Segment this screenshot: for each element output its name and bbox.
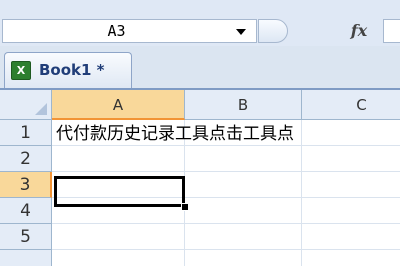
spreadsheet-grid[interactable]: A B C 1 2 3 4 5 代付款历史记录工具点击工具点 [0,90,400,266]
select-all-button[interactable] [0,90,52,120]
column-header-b[interactable]: B [185,90,302,120]
cell-c3[interactable] [302,172,400,198]
cell-b3[interactable] [185,172,302,198]
cell-c6[interactable] [302,250,400,266]
row-header-3[interactable]: 3 [0,172,52,198]
cell-a2[interactable] [52,146,185,172]
name-box[interactable]: A3 [2,19,257,43]
active-cell-border [54,176,185,207]
cell-b5[interactable] [185,224,302,250]
workbook-tab[interactable]: X Book1 * [4,52,132,88]
select-all-icon [35,103,47,115]
insert-function-button[interactable]: fx [340,19,378,43]
cell-c1[interactable] [302,120,400,146]
row-header-2[interactable]: 2 [0,146,52,172]
formula-bar: A3 fx [0,0,400,47]
cell-c2[interactable] [302,146,400,172]
formula-input[interactable] [383,19,400,43]
workbook-tab-title[interactable]: Book1 * [39,53,105,87]
column-header-c[interactable]: C [302,90,400,120]
row-header-4[interactable]: 4 [0,198,52,224]
cell-b4[interactable] [185,198,302,224]
name-box-splitter[interactable] [258,19,288,43]
cell-a1-value: 代付款历史记录工具点击工具点 [56,124,294,144]
cell-a6[interactable] [52,250,185,266]
column-header-a[interactable]: A [52,90,185,120]
workbook-tab-strip: X Book1 * [0,46,400,90]
row-header-1[interactable]: 1 [0,120,52,146]
cell-b6[interactable] [185,250,302,266]
row-header-6[interactable] [0,250,52,266]
excel-workbook-icon: X [11,61,31,80]
cell-c4[interactable] [302,198,400,224]
cell-c5[interactable] [302,224,400,250]
row-header-5[interactable]: 5 [0,224,52,250]
chevron-down-icon[interactable] [236,29,246,35]
fill-handle[interactable] [181,203,189,211]
cell-a5[interactable] [52,224,185,250]
cell-b2[interactable] [185,146,302,172]
name-box-value[interactable]: A3 [3,20,230,42]
